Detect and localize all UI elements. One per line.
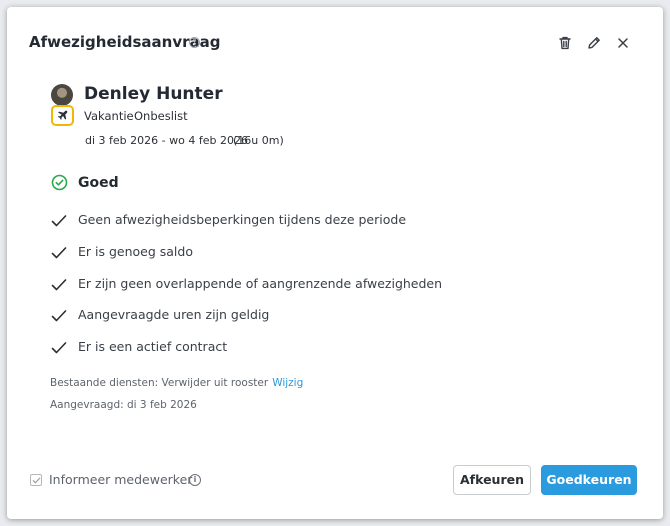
trash-icon (559, 36, 571, 50)
checkmark-icon (32, 477, 41, 484)
leave-request-dialog: Afwezigheidsaanvraag ? Denley Hunter Vak… (7, 7, 663, 519)
notify-employee-checkbox[interactable] (30, 474, 42, 486)
check-circle-icon (51, 174, 68, 191)
validation-summary: Goed (78, 175, 119, 191)
check-icon (51, 310, 67, 322)
check-icon (51, 279, 67, 291)
help-icon[interactable]: ? (189, 37, 200, 48)
request-status: Onbeslist (134, 109, 188, 123)
check-icon (51, 247, 67, 259)
validation-check-label: Aangevraagde uren zijn geldig (78, 307, 270, 322)
validation-check-label: Er is een actief contract (78, 339, 228, 354)
edit-shifts-link[interactable]: Wijzig (272, 377, 303, 389)
date-range: di 3 feb 2026 - wo 4 feb 2026 (85, 134, 248, 147)
leave-type: Vakantie (84, 109, 134, 123)
check-icon (51, 215, 67, 227)
validation-check-label: Geen afwezigheidsbeperkingen tijdens dez… (78, 212, 407, 227)
info-icon[interactable]: i (189, 474, 201, 486)
notify-employee-label[interactable]: Informeer medewerker (49, 472, 192, 487)
airplane-icon (57, 110, 68, 120)
pencil-icon (588, 37, 600, 49)
existing-shifts-text: Bestaande diensten: Verwijder uit rooste… (50, 377, 269, 389)
edit-button[interactable] (586, 35, 602, 51)
check-icon (51, 342, 67, 354)
employee-name: Denley Hunter (84, 84, 223, 104)
leave-type-badge (51, 105, 74, 126)
validation-check-label: Er zijn geen overlappende of aangrenzend… (78, 276, 443, 291)
duration: (16u 0m) (233, 134, 284, 147)
validation-check-label: Er is genoeg saldo (78, 244, 193, 259)
delete-button[interactable] (557, 35, 573, 51)
approve-button[interactable]: Goedkeuren (541, 465, 637, 495)
reject-button[interactable]: Afkeuren (453, 465, 531, 495)
avatar (51, 84, 73, 106)
close-button[interactable] (615, 35, 631, 51)
close-icon (618, 38, 628, 48)
existing-shifts-row: Bestaande diensten: Verwijder uit rooste… (50, 377, 303, 389)
requested-date: Aangevraagd: di 3 feb 2026 (50, 399, 197, 411)
